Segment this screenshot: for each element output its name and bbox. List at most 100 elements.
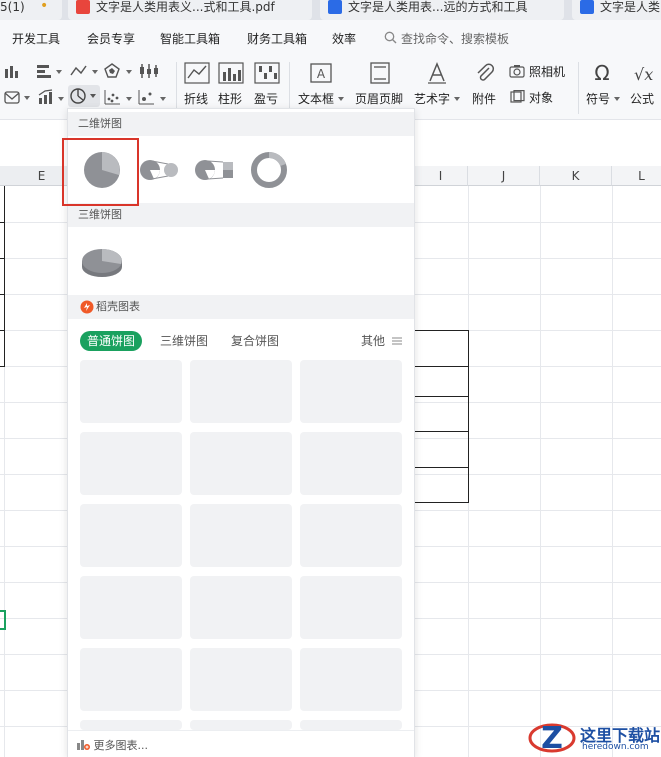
scatter-chart-button[interactable] bbox=[104, 89, 132, 105]
search-icon bbox=[384, 31, 397, 44]
hamburger-icon bbox=[391, 337, 402, 345]
table-border bbox=[4, 186, 5, 366]
table-border bbox=[0, 222, 5, 223]
column-chart-icon bbox=[5, 66, 18, 78]
template-tile[interactable] bbox=[190, 648, 292, 711]
bubble-chart-button[interactable] bbox=[138, 89, 166, 105]
header-footer-button[interactable]: 页眉页脚 bbox=[355, 62, 405, 112]
table-border bbox=[414, 396, 469, 397]
tab-label: 文字是人类 bbox=[600, 0, 661, 14]
grid-line bbox=[540, 186, 541, 757]
template-tile[interactable] bbox=[300, 576, 402, 639]
template-tile[interactable] bbox=[300, 504, 402, 567]
table-border bbox=[0, 294, 5, 295]
table-border bbox=[414, 330, 469, 331]
template-tile[interactable] bbox=[190, 360, 292, 423]
tab-word-document-2[interactable]: 文字是人类 bbox=[572, 0, 661, 20]
pie-of-pie-option[interactable] bbox=[138, 149, 180, 191]
column-header-i[interactable]: I bbox=[414, 166, 468, 186]
template-tile[interactable] bbox=[300, 720, 402, 730]
pie-3d-icon bbox=[82, 249, 122, 277]
table-border bbox=[414, 431, 469, 432]
section-title-daoke: 稻壳图表 bbox=[68, 295, 414, 319]
tab-word-document[interactable]: 文字是人类用表...远的方式和工具 bbox=[320, 0, 564, 20]
sparkline-column-button[interactable]: 柱形 bbox=[216, 62, 246, 112]
daoke-label: 稻壳图表 bbox=[96, 300, 140, 313]
stock-chart-button[interactable] bbox=[140, 63, 166, 79]
area-chart-button[interactable] bbox=[4, 90, 32, 104]
sparkline-winloss-icon bbox=[254, 62, 280, 84]
column-chart-button[interactable] bbox=[4, 64, 26, 78]
tab-current-workbook[interactable]: 5(1) • bbox=[0, 0, 62, 20]
object-icon bbox=[510, 90, 525, 103]
doughnut-option[interactable] bbox=[248, 149, 290, 191]
template-tile[interactable] bbox=[190, 432, 292, 495]
column-header-k[interactable]: K bbox=[540, 166, 612, 186]
attachment-button[interactable]: 附件 bbox=[470, 62, 500, 112]
header-footer-label: 页眉页脚 bbox=[355, 92, 404, 106]
watermark-domain: heredown.com bbox=[582, 742, 649, 752]
camera-button[interactable]: 照相机 bbox=[509, 62, 571, 82]
more-charts-link[interactable]: 更多图表... bbox=[76, 737, 148, 753]
table-border bbox=[0, 366, 5, 367]
subtab-compound-pie[interactable]: 复合饼图 bbox=[231, 331, 279, 351]
more-charts-footer: 更多图表... bbox=[68, 730, 414, 757]
attachment-label: 附件 bbox=[472, 92, 497, 106]
sparkline-column-label: 柱形 bbox=[218, 92, 243, 106]
template-tile[interactable] bbox=[80, 720, 182, 730]
template-tile[interactable] bbox=[300, 648, 402, 711]
template-tile[interactable] bbox=[190, 720, 292, 730]
menu-member-exclusive[interactable]: 会员专享 bbox=[87, 30, 135, 47]
sparkline-winloss-button[interactable]: 盈亏 bbox=[252, 62, 282, 112]
template-tile[interactable] bbox=[80, 360, 182, 423]
bar-chart-button[interactable] bbox=[36, 64, 62, 78]
textbox-button[interactable]: A 文本框 bbox=[298, 62, 344, 112]
template-tile[interactable] bbox=[80, 504, 182, 567]
template-tile[interactable] bbox=[190, 576, 292, 639]
selection-highlight bbox=[62, 138, 139, 206]
menu-finance-toolbox[interactable]: 财务工具箱 bbox=[247, 30, 307, 47]
daoke-logo-icon bbox=[80, 300, 94, 314]
watermark-logo-icon: Z bbox=[528, 721, 576, 756]
column-header-l[interactable]: L bbox=[612, 166, 661, 186]
template-tile[interactable] bbox=[300, 432, 402, 495]
subtab-3d-pie[interactable]: 三维饼图 bbox=[160, 331, 208, 351]
stock-chart-icon bbox=[140, 64, 158, 78]
template-tile[interactable] bbox=[80, 432, 182, 495]
template-tile[interactable] bbox=[80, 576, 182, 639]
table-border bbox=[414, 467, 469, 468]
ribbon-separator bbox=[176, 62, 177, 114]
radar-chart-icon bbox=[104, 63, 132, 78]
sparkline-line-button[interactable]: 折线 bbox=[182, 62, 212, 112]
template-tile[interactable] bbox=[190, 504, 292, 567]
symbol-button[interactable]: Ω 符号 bbox=[584, 62, 622, 112]
pie-chart-icon bbox=[70, 88, 96, 104]
area-chart-icon bbox=[4, 91, 30, 104]
chevron-down-icon bbox=[338, 97, 344, 101]
subtab-other-label: 其他 bbox=[361, 334, 386, 348]
bar-of-pie-option[interactable] bbox=[193, 149, 235, 191]
menu-efficiency[interactable]: 效率 bbox=[332, 30, 356, 47]
sparkline-column-icon bbox=[218, 62, 244, 84]
active-cell-indicator bbox=[0, 610, 6, 630]
sparkline-line-icon bbox=[184, 62, 210, 84]
object-button[interactable]: 对象 bbox=[509, 89, 559, 109]
textbox-icon: A bbox=[310, 63, 332, 83]
formula-button[interactable]: √x 公式 bbox=[628, 62, 661, 112]
pie-3d-option[interactable] bbox=[79, 239, 125, 281]
subtab-normal-pie[interactable]: 普通饼图 bbox=[80, 331, 142, 351]
svg-text:Z: Z bbox=[541, 721, 563, 756]
template-tile[interactable] bbox=[300, 360, 402, 423]
menu-developer-tools[interactable]: 开发工具 bbox=[12, 30, 60, 47]
radar-chart-button[interactable] bbox=[104, 63, 132, 79]
combo-chart-button[interactable] bbox=[38, 89, 64, 105]
line-chart-small-button[interactable] bbox=[70, 64, 98, 78]
subtab-other[interactable]: 其他 bbox=[361, 331, 402, 351]
pie-chart-button[interactable] bbox=[68, 85, 100, 107]
column-header-j[interactable]: J bbox=[468, 166, 540, 186]
template-tile[interactable] bbox=[80, 648, 182, 711]
menu-smart-toolbox[interactable]: 智能工具箱 bbox=[160, 30, 220, 47]
table-border bbox=[414, 502, 469, 503]
wordart-button[interactable]: 艺术字 bbox=[414, 62, 462, 112]
tab-pdf-document[interactable]: 文字是人类用表义...式和工具.pdf bbox=[68, 0, 312, 20]
